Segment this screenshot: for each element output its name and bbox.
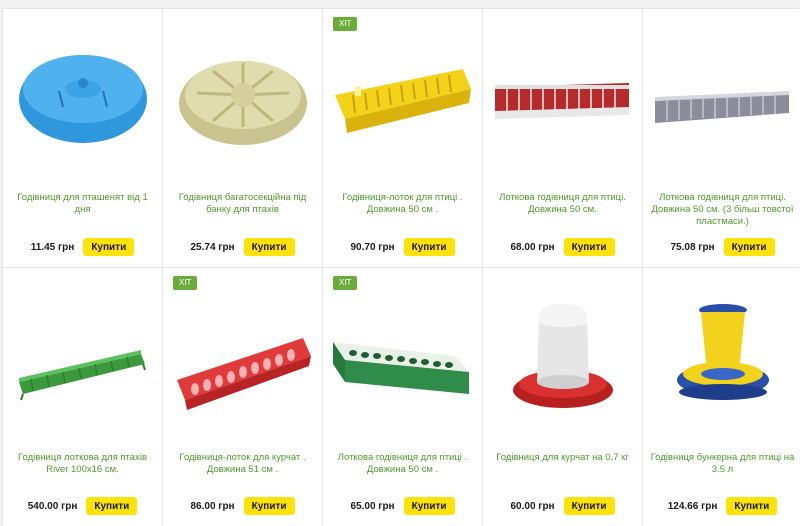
- buy-button[interactable]: Купити: [563, 238, 615, 256]
- buy-button[interactable]: Купити: [83, 238, 135, 256]
- yellow-blue-bunker-feeder-icon: [677, 304, 769, 400]
- price-row: 75.08 грн Купити: [643, 238, 800, 256]
- product-price: 86.00 грн: [190, 500, 235, 512]
- product-price: 25.74 грн: [190, 241, 235, 253]
- grey-trough-feeder-icon: [655, 91, 789, 123]
- red-white-bunker-feeder-icon: [513, 304, 613, 408]
- product-card[interactable]: ХІТ Годівниця-лоток для курчат . Довжина…: [163, 268, 322, 526]
- product-card[interactable]: ХІТ Годівниця-лоток для птиці . Довжина …: [323, 9, 482, 267]
- hit-badge: ХІТ: [333, 276, 358, 290]
- hit-badge: ХІТ: [173, 276, 198, 290]
- product-card[interactable]: Годівниця бункерна для птиці на 3.5 л 12…: [643, 268, 800, 526]
- buy-button[interactable]: Купити: [243, 497, 295, 515]
- red-trough-feeder-icon: [495, 83, 629, 119]
- product-card[interactable]: Лоткова годівниця для птиці. Довжина 50 …: [643, 9, 800, 267]
- buy-button[interactable]: Купити: [86, 497, 138, 515]
- product-title[interactable]: Годівниця для пташенят від 1 дня: [9, 192, 156, 216]
- price-row: 11.45 грн Купити: [3, 238, 162, 256]
- price-row: 68.00 грн Купити: [483, 238, 642, 256]
- product-card[interactable]: Годівниця багатосекційна під банку для п…: [163, 9, 322, 267]
- product-price: 65.00 грн: [350, 500, 395, 512]
- buy-button[interactable]: Купити: [563, 497, 615, 515]
- product-title[interactable]: Годівниця лоткова для птахів River 100х1…: [9, 452, 156, 476]
- product-image[interactable]: [323, 33, 482, 163]
- product-card[interactable]: Лоткова годівниця для птиці. Довжина 50 …: [483, 9, 642, 267]
- product-image[interactable]: [3, 33, 162, 163]
- buy-button[interactable]: Купити: [726, 497, 778, 515]
- product-price: 11.45 грн: [30, 241, 75, 253]
- product-image[interactable]: [483, 33, 642, 163]
- price-row: 124.66 грн Купити: [643, 497, 800, 515]
- product-title[interactable]: Годівниця-лоток для курчат . Довжина 51 …: [169, 452, 316, 476]
- product-image[interactable]: [643, 292, 800, 422]
- product-image[interactable]: [483, 292, 642, 422]
- product-card[interactable]: Годівниця для пташенят від 1 дня 11.45 г…: [3, 9, 162, 267]
- product-grid: Годівниця для пташенят від 1 дня 11.45 г…: [2, 8, 800, 526]
- buy-button[interactable]: Купити: [243, 238, 295, 256]
- product-image[interactable]: [323, 292, 482, 422]
- red-hole-trough-icon: [177, 338, 311, 410]
- blue-round-feeder-icon: [19, 55, 147, 143]
- product-title[interactable]: Годівниця бункерна для птиці на 3.5 л: [649, 452, 796, 476]
- price-row: 90.70 грн Купити: [323, 238, 482, 256]
- product-price: 60.00 грн: [510, 500, 555, 512]
- product-image[interactable]: [3, 292, 162, 422]
- price-row: 540.00 грн Купити: [3, 497, 162, 515]
- product-title[interactable]: Лоткова годівниця для птиці. Довжина 50 …: [489, 192, 636, 216]
- beige-multisection-feeder-icon: [179, 61, 307, 145]
- buy-button[interactable]: Купити: [403, 238, 455, 256]
- buy-button[interactable]: Купити: [403, 497, 455, 515]
- price-row: 65.00 грн Купити: [323, 497, 482, 515]
- product-title[interactable]: Лоткова годівниця для птиці. Довжина 50 …: [649, 192, 796, 228]
- product-card[interactable]: Годівниця для курчат на 0,7 кг 60.00 грн…: [483, 268, 642, 526]
- product-price: 124.66 грн: [667, 500, 718, 512]
- green-long-trough-icon: [19, 350, 146, 401]
- product-title[interactable]: Годівниця для курчат на 0,7 кг: [489, 452, 636, 464]
- product-card[interactable]: Годівниця лоткова для птахів River 100х1…: [3, 268, 162, 526]
- yellow-trough-feeder-icon: [335, 69, 471, 133]
- price-row: 25.74 грн Купити: [163, 238, 322, 256]
- product-image[interactable]: [163, 292, 322, 422]
- product-title[interactable]: Годівниця багатосекційна під банку для п…: [169, 192, 316, 216]
- price-row: 86.00 грн Купити: [163, 497, 322, 515]
- product-price: 75.08 грн: [670, 241, 715, 253]
- product-price: 68.00 грн: [510, 241, 555, 253]
- hit-badge: ХІТ: [333, 17, 358, 31]
- buy-button[interactable]: Купити: [723, 238, 775, 256]
- green-hole-trough-icon: [323, 292, 482, 422]
- product-card[interactable]: ХІТ Лоткова годівниця для птиці . Довжин…: [323, 268, 482, 526]
- product-price: 540.00 грн: [27, 500, 78, 512]
- product-title[interactable]: Годівниця-лоток для птиці . Довжина 50 с…: [329, 192, 476, 216]
- product-price: 90.70 грн: [350, 241, 395, 253]
- product-image[interactable]: [643, 33, 800, 163]
- product-image[interactable]: [163, 33, 322, 163]
- price-row: 60.00 грн Купити: [483, 497, 642, 515]
- product-title[interactable]: Лоткова годівниця для птиці . Довжина 50…: [329, 452, 476, 476]
